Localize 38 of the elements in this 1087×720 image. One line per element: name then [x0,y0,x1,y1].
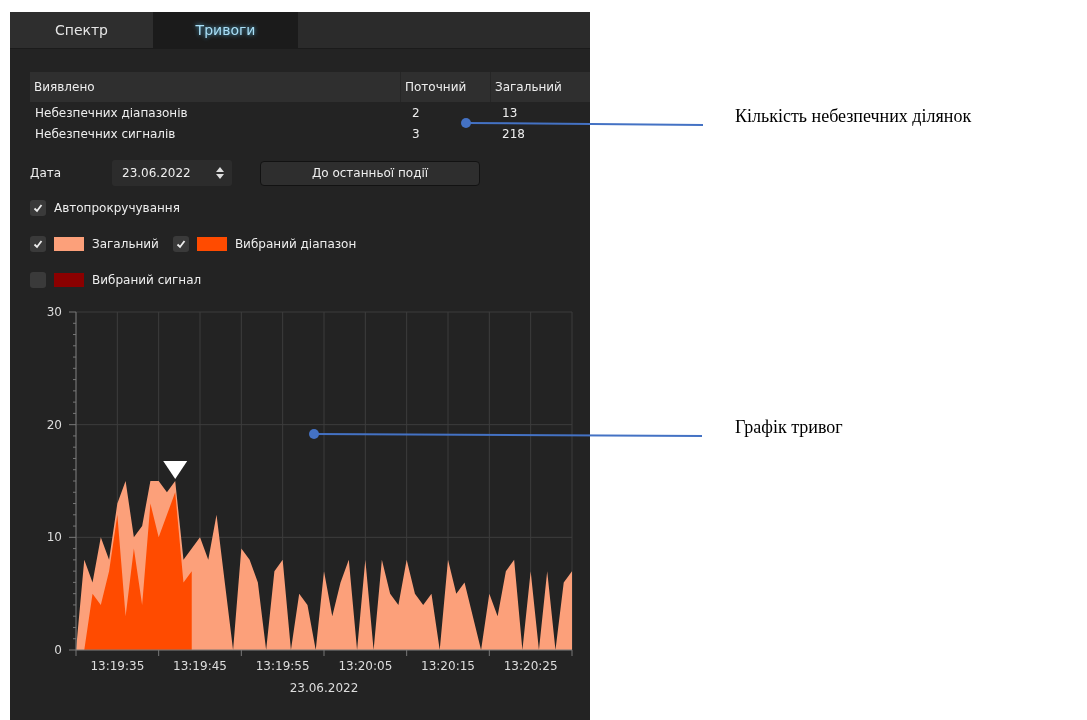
x-tick-label: 13:20:05 [338,659,393,673]
column-header: Поточний [400,72,490,102]
x-tick-label: 13:19:55 [255,659,310,673]
table-cell-text: 2 [411,104,421,122]
checkbox[interactable] [172,236,189,252]
y-tick-label: 10 [46,530,62,545]
x-tick-label: 13:19:45 [173,659,227,673]
table-cell-text: 3 [411,125,421,143]
check-icon [33,203,43,213]
date-label: Дата [30,166,63,180]
legend-label: Вибраний сигнал [92,273,202,287]
y-tick-label: 30 [46,305,62,319]
checkbox[interactable] [30,236,46,252]
column-header: Виявлено [30,72,400,102]
table-cell-text: 13 [501,104,519,122]
table-cell-text: 218 [501,125,526,143]
x-tick-label: 13:19:35 [90,659,145,673]
tab[interactable]: Тривоги [154,12,298,48]
check-icon [175,239,186,249]
checkbox[interactable] [30,200,46,216]
column-header: Загальний [490,72,590,102]
x-axis-label: 23.06.2022 [289,681,359,695]
table-cell-text: Небезпечних сигналів [34,125,177,143]
callout-text: Графік тривог [735,417,844,438]
table-cell-text: Небезпечних діапазонів [34,104,189,122]
marker-triangle-icon [163,461,188,479]
y-tick-label: 0 [54,643,62,657]
spinner-arrows-icon [216,167,224,179]
y-tick-label: 20 [46,417,62,432]
legend-label: Загальний [92,237,159,251]
date-spinner[interactable]: 23.06.2022 [112,160,232,186]
legend-label: Вибраний діапазон [234,237,357,251]
x-tick-label: 13:20:15 [421,659,475,673]
x-tick-label: 13:20:25 [503,659,558,673]
callout-text: Кількість небезпечних ділянок [735,106,972,127]
check-icon [33,239,43,249]
last-event-button[interactable]: До останньої події [260,160,480,186]
checkbox-label: Автопрокручування [54,201,180,215]
